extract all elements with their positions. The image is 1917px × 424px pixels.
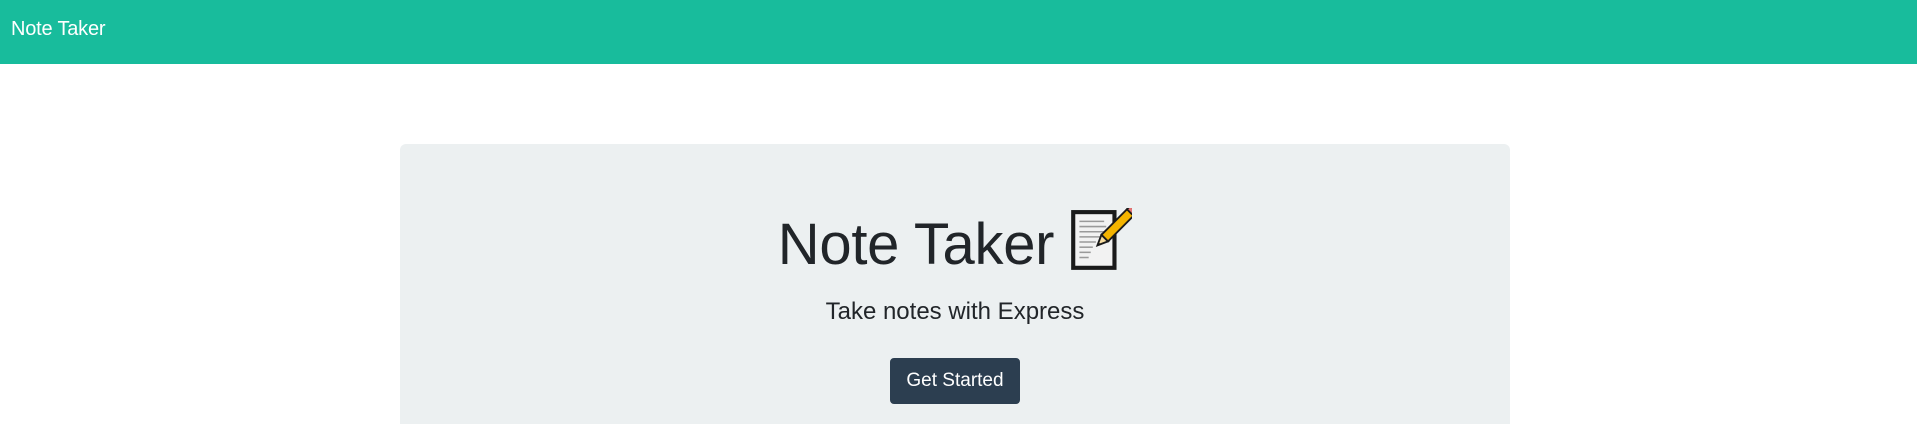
memo-icon	[1066, 204, 1139, 291]
hero-subtitle: Take notes with Express	[825, 298, 1085, 325]
top-navbar: Note Taker	[0, 0, 1917, 64]
hero-title: Note Taker	[400, 204, 1510, 291]
hero-title-text: Note Taker	[777, 212, 1055, 277]
navbar-brand-link[interactable]: Note Taker	[11, 17, 106, 41]
hero-jumbotron: Note Taker Take notes with Express Get S…	[400, 144, 1510, 424]
get-started-button[interactable]: Get Started	[890, 358, 1020, 404]
